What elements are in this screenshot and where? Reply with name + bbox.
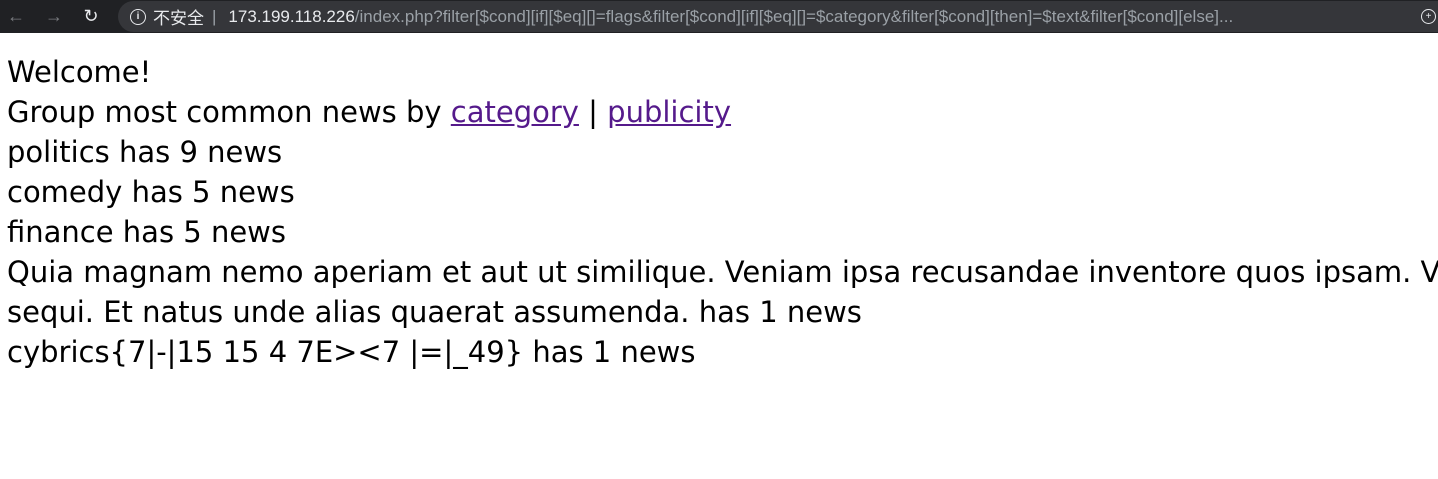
group-by-line: Group most common news by category | pub… (7, 92, 1438, 132)
reload-icon[interactable]: ↻ (80, 6, 102, 28)
forward-arrow-icon[interactable]: → (43, 6, 65, 28)
publicity-link[interactable]: publicity (607, 95, 731, 129)
group-by-prefix: Group most common news by (7, 95, 451, 129)
result-line: finance has 5 news (7, 215, 286, 249)
url-path: /index.php?filter[$cond][if][$eq][]=flag… (354, 6, 1234, 26)
separator: | (212, 6, 217, 26)
url-host: 173.199.118.226 (228, 6, 355, 26)
security-label: 不安全 (153, 9, 204, 28)
page-content: Welcome! Group most common news by categ… (7, 52, 1438, 372)
back-arrow-icon[interactable]: ← (5, 6, 27, 28)
welcome-text: Welcome! (7, 55, 152, 89)
category-link[interactable]: category (451, 95, 579, 129)
info-icon[interactable]: i (130, 8, 146, 25)
link-separator: | (578, 95, 608, 129)
zoom-icon[interactable]: + (1421, 9, 1436, 24)
address-bar[interactable]: i 不安全 | 173.199.118.226 /index.php?filte… (118, 1, 1438, 32)
result-line: comedy has 5 news (7, 175, 295, 209)
browser-toolbar: ← → ↻ i 不安全 | 173.199.118.226 /index.php… (0, 0, 1438, 33)
result-line: sequi. Et natus unde alias quaerat assum… (7, 295, 862, 329)
result-line: politics has 9 news (7, 135, 283, 169)
flag-result-line: cybrics{7|-|15 15 4 7E><7 |=|_49} has 1 … (7, 335, 696, 369)
result-line: Quia magnam nemo aperiam et aut ut simil… (7, 255, 1438, 289)
